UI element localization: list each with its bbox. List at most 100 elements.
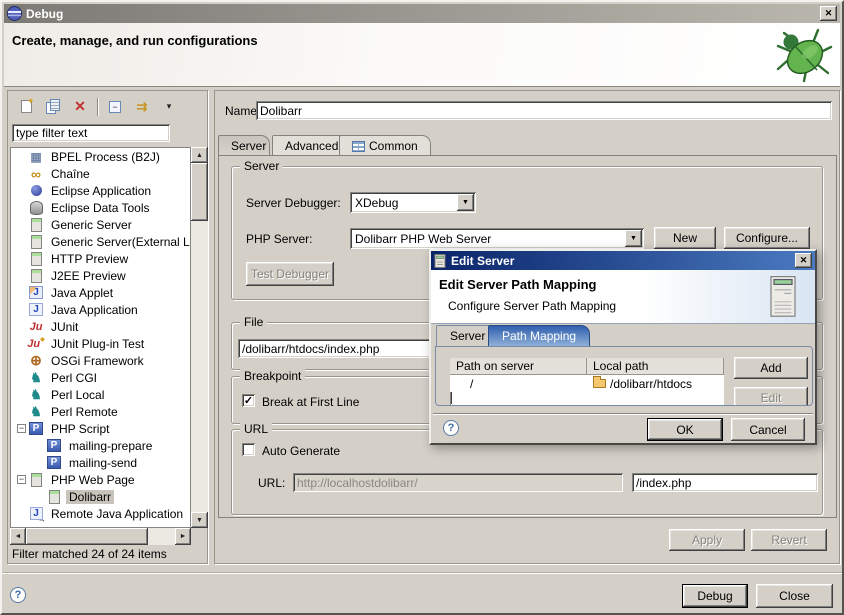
dialog-tab-path-mapping[interactable]: Path Mapping (488, 325, 590, 346)
window-titlebar: Debug ✕ (4, 4, 840, 23)
filter-button[interactable]: ⇉ (132, 97, 152, 117)
debug-button[interactable]: Debug (682, 584, 748, 608)
duplicate-configuration-button[interactable] (43, 97, 63, 117)
window-title: Debug (26, 7, 820, 21)
chevron-down-icon[interactable]: ▼ (625, 230, 642, 247)
tree-item[interactable]: Perl CGI (11, 369, 190, 386)
php-server-select[interactable]: Dolibarr PHP Web Server ▼ (350, 228, 644, 249)
tree-item[interactable]: JUnit Plug-in Test (11, 335, 190, 352)
server-icon (28, 473, 44, 487)
toolbar-separator (97, 98, 98, 116)
filter-status: Filter matched 24 of 24 items (12, 547, 167, 561)
scroll-right-icon[interactable]: ► (175, 528, 191, 545)
close-icon[interactable]: ✕ (820, 6, 837, 21)
tree-item[interactable]: BPEL Process (B2J) (11, 148, 190, 165)
tree-item[interactable]: OSGi Framework (11, 352, 190, 369)
tree-item[interactable]: Eclipse Application (11, 182, 190, 199)
java-application-icon (28, 303, 44, 317)
tree-item[interactable]: Chaîne (11, 165, 190, 182)
new-server-button[interactable]: New (654, 227, 716, 249)
perl-icon (28, 388, 44, 402)
help-icon[interactable]: ? (443, 420, 459, 436)
tree-item[interactable]: Generic Server(External La (11, 233, 190, 250)
remote-java-icon (28, 507, 44, 521)
server-icon (46, 490, 62, 504)
edit-server-dialog: Edit Server ✕ Edit Server Path Mapping C… (429, 249, 817, 445)
help-icon[interactable]: ? (10, 587, 26, 603)
php-server-label: PHP Server: (246, 232, 312, 246)
filter-input[interactable] (12, 124, 170, 142)
server-icon (28, 269, 44, 283)
auto-generate-checkbox[interactable]: ✓ (242, 443, 255, 456)
chevron-down-icon: ▾ (167, 101, 172, 112)
scrollbar-thumb[interactable] (26, 528, 148, 545)
tree-item[interactable]: Generic Server (11, 216, 190, 233)
url-label: URL: (258, 476, 285, 490)
chevron-down-icon[interactable]: ▼ (457, 194, 474, 211)
dialog-header: Create, manage, and run configurations (4, 23, 840, 87)
table-row[interactable]: / /dolibarr/htdocs (450, 375, 724, 392)
tree-expander[interactable]: − (17, 475, 26, 484)
tree-item[interactable]: − PHP Web Page (11, 471, 190, 488)
configurations-tree: BPEL Process (B2J) Chaîne Eclipse Applic… (10, 147, 191, 528)
tree-item[interactable]: Remote Java Application (11, 505, 190, 522)
toolbar-overflow-button[interactable]: ▾ (159, 97, 179, 117)
tree-vertical-scrollbar[interactable]: ▲ ▼ (191, 147, 208, 528)
scroll-left-icon[interactable]: ◄ (10, 528, 26, 545)
tree-expander[interactable]: − (17, 424, 26, 433)
server-debugger-label: Server Debugger: (246, 196, 341, 210)
dialog-header: Edit Server Path Mapping Configure Serve… (431, 270, 815, 324)
scrollbar-thumb[interactable] (191, 163, 208, 221)
tree-horizontal-scrollbar[interactable]: ◄ ► (10, 528, 191, 545)
tree-item[interactable]: Java Application (11, 301, 190, 318)
delete-configuration-button[interactable]: ✕ (70, 97, 90, 117)
tab-server[interactable]: Server (218, 135, 270, 156)
junit-icon (28, 320, 44, 334)
apply-button[interactable]: Apply (669, 529, 745, 551)
tree-item[interactable]: Eclipse Data Tools (11, 199, 190, 216)
scroll-up-icon[interactable]: ▲ (191, 147, 208, 163)
tree-item[interactable]: Java Applet (11, 284, 190, 301)
tree-item[interactable]: Dolibarr (11, 488, 190, 505)
base-url-input[interactable] (293, 473, 623, 492)
footer-separator (2, 572, 842, 574)
tree-item[interactable]: mailing-prepare (11, 437, 190, 454)
java-applet-icon (28, 286, 44, 300)
path-mapping-table: Path on server Local path / /dolibarr/ht… (450, 358, 724, 405)
add-mapping-button[interactable]: Add (734, 357, 808, 379)
server-icon (28, 235, 44, 249)
tree-item[interactable]: J2EE Preview (11, 267, 190, 284)
server-icon (28, 252, 44, 266)
tree-item[interactable]: HTTP Preview (11, 250, 190, 267)
scroll-down-icon[interactable]: ▼ (191, 512, 208, 528)
server-debugger-select[interactable]: XDebug ▼ (350, 192, 476, 213)
osgi-framework-icon (28, 354, 44, 368)
ok-button[interactable]: OK (647, 418, 723, 441)
test-debugger-button[interactable]: Test Debugger (246, 262, 334, 286)
column-header-local-path[interactable]: Local path (587, 358, 724, 375)
tab-common[interactable]: Common (339, 135, 431, 156)
tree-item[interactable]: Perl Remote (11, 403, 190, 420)
edit-mapping-button[interactable]: Edit (734, 387, 808, 406)
close-button[interactable]: Close (756, 584, 833, 608)
dialog-titlebar: Edit Server ✕ (431, 251, 815, 270)
collapse-all-button[interactable]: − (105, 97, 125, 117)
cancel-button[interactable]: Cancel (731, 418, 805, 441)
close-icon[interactable]: ✕ (795, 253, 812, 268)
name-input[interactable] (256, 101, 832, 120)
tree-item[interactable]: − PHP Script (11, 420, 190, 437)
tree-item[interactable]: Perl Local (11, 386, 190, 403)
configure-button[interactable]: Configure... (724, 227, 810, 249)
new-configuration-button[interactable]: ✦ (16, 97, 36, 117)
break-at-first-line-checkbox[interactable]: ✓ (242, 394, 255, 407)
tree-item[interactable]: mailing-send (11, 454, 190, 471)
server-icon (434, 254, 446, 268)
column-header-path-on-server[interactable]: Path on server (450, 358, 587, 375)
filter-icon: ⇉ (137, 99, 148, 115)
revert-button[interactable]: Revert (751, 529, 827, 551)
dialog-heading: Edit Server Path Mapping (439, 277, 596, 292)
tree-item[interactable]: JUnit (11, 318, 190, 335)
bug-icon (774, 27, 834, 83)
break-at-first-line-label: Break at First Line (262, 395, 359, 409)
url-path-input[interactable] (632, 473, 818, 492)
